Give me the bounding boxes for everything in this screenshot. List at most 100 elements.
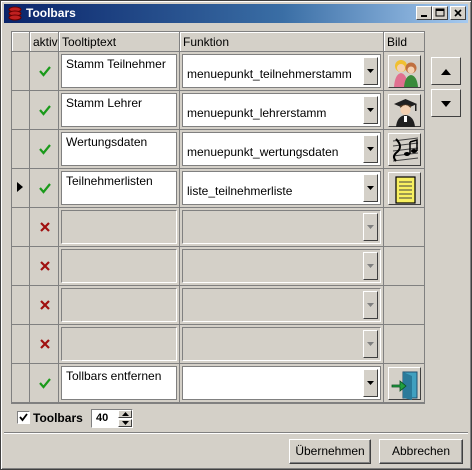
spinner-up-button[interactable] (118, 410, 132, 418)
active-check-icon[interactable] (38, 181, 52, 195)
function-cell[interactable]: menuepunkt_lehrerstamm (180, 91, 384, 130)
function-dropdown-button[interactable] (363, 291, 378, 319)
function-value[interactable]: menuepunkt_lehrerstamm (187, 106, 326, 120)
function-cell[interactable]: menuepunkt_wertungsdaten (180, 130, 384, 169)
apply-button[interactable]: Übernehmen (289, 439, 371, 464)
toolbars-checkbox[interactable] (17, 411, 30, 424)
maximize-button[interactable] (432, 6, 448, 20)
table-row[interactable] (12, 247, 424, 286)
row-indicator[interactable] (12, 208, 30, 247)
function-value[interactable]: menuepunkt_wertungsdaten (187, 145, 338, 159)
function-dropdown-button[interactable] (363, 96, 378, 124)
function-cell[interactable] (180, 247, 384, 286)
icon-picker-button[interactable] (388, 94, 421, 127)
active-check-icon[interactable] (38, 376, 52, 390)
row-indicator[interactable] (12, 364, 30, 403)
active-toggle[interactable] (30, 247, 59, 286)
inactive-cross-icon[interactable] (38, 220, 52, 234)
function-cell[interactable] (180, 325, 384, 364)
table-row[interactable]: Tollbars entfernen (12, 364, 424, 403)
active-toggle[interactable] (30, 325, 59, 364)
tooltip-text[interactable]: Stamm Lehrer (66, 96, 142, 110)
size-spinner-value[interactable]: 40 (96, 412, 108, 424)
row-indicator[interactable] (12, 91, 30, 130)
row-indicator[interactable] (12, 247, 30, 286)
function-value[interactable]: menuepunkt_teilnehmerstamm (187, 67, 352, 81)
move-up-button[interactable] (431, 57, 461, 85)
toolbars-checkbox-label[interactable]: Toolbars (33, 411, 83, 425)
tooltip-cell[interactable]: Stamm Teilnehmer (59, 52, 180, 91)
icon-cell[interactable] (384, 130, 424, 169)
icon-cell[interactable] (384, 286, 424, 325)
row-indicator[interactable] (12, 130, 30, 169)
function-cell[interactable]: menuepunkt_teilnehmerstamm (180, 52, 384, 91)
active-toggle[interactable] (30, 52, 59, 91)
active-check-icon[interactable] (38, 103, 52, 117)
inactive-cross-icon[interactable] (38, 298, 52, 312)
row-indicator[interactable] (12, 325, 30, 364)
active-toggle[interactable] (30, 169, 59, 208)
size-spinner[interactable]: 40 (91, 409, 133, 428)
icon-cell[interactable] (384, 52, 424, 91)
column-header-funktion[interactable]: Funktion (180, 32, 384, 52)
table-row[interactable]: Stamm Teilnehmer menuepunkt_teilnehmersta… (12, 52, 424, 91)
row-indicator[interactable] (12, 52, 30, 91)
row-indicator[interactable] (12, 286, 30, 325)
tooltip-cell[interactable] (59, 325, 180, 364)
tooltip-cell[interactable] (59, 247, 180, 286)
function-cell[interactable] (180, 286, 384, 325)
table-row[interactable]: Wertungsdaten menuepunkt_wertungsdaten (12, 130, 424, 169)
table-row[interactable]: Stamm Lehrer menuepunkt_lehrerstamm (12, 91, 424, 130)
move-down-button[interactable] (431, 89, 461, 117)
active-toggle[interactable] (30, 130, 59, 169)
column-header-aktiv[interactable]: aktiv (30, 32, 59, 52)
column-header-tooltip[interactable]: Tooltiptext (59, 32, 180, 52)
function-cell[interactable] (180, 208, 384, 247)
icon-picker-button[interactable] (388, 133, 421, 166)
function-value[interactable]: liste_teilnehmerliste (187, 184, 292, 198)
tooltip-text[interactable]: Wertungsdaten (66, 135, 147, 149)
spinner-down-button[interactable] (118, 419, 132, 427)
function-dropdown-button[interactable] (363, 174, 378, 202)
active-check-icon[interactable] (38, 64, 52, 78)
tooltip-text[interactable]: Teilnehmerlisten (66, 174, 153, 188)
row-indicator[interactable] (12, 169, 30, 208)
icon-picker-button[interactable] (388, 55, 421, 88)
icon-cell[interactable] (384, 364, 424, 403)
function-dropdown-button[interactable] (363, 213, 378, 241)
tooltip-cell[interactable]: Stamm Lehrer (59, 91, 180, 130)
table-row[interactable]: Teilnehmerlisten liste_teilnehmerliste (12, 169, 424, 208)
tooltip-cell[interactable] (59, 208, 180, 247)
active-toggle[interactable] (30, 286, 59, 325)
icon-cell[interactable] (384, 208, 424, 247)
function-cell[interactable]: liste_teilnehmerliste (180, 169, 384, 208)
table-row[interactable] (12, 286, 424, 325)
function-dropdown-button[interactable] (363, 330, 378, 358)
function-cell[interactable] (180, 364, 384, 403)
icon-picker-button[interactable] (388, 172, 421, 205)
tooltip-text[interactable]: Stamm Teilnehmer (66, 57, 166, 71)
active-toggle[interactable] (30, 91, 59, 130)
tooltip-cell[interactable] (59, 286, 180, 325)
inactive-cross-icon[interactable] (38, 337, 52, 351)
table-row[interactable] (12, 325, 424, 364)
tooltip-cell[interactable]: Wertungsdaten (59, 130, 180, 169)
minimize-button[interactable] (416, 6, 432, 20)
close-button[interactable] (450, 6, 466, 20)
table-row[interactable] (12, 208, 424, 247)
function-dropdown-button[interactable] (363, 57, 378, 85)
icon-cell[interactable] (384, 325, 424, 364)
column-header-bild[interactable]: Bild (384, 32, 424, 52)
icon-picker-button[interactable] (388, 367, 421, 400)
active-check-icon[interactable] (38, 142, 52, 156)
cancel-button[interactable]: Abbrechen (379, 439, 463, 464)
tooltip-cell[interactable]: Tollbars entfernen (59, 364, 180, 403)
icon-cell[interactable] (384, 247, 424, 286)
tooltip-cell[interactable]: Teilnehmerlisten (59, 169, 180, 208)
function-dropdown-button[interactable] (363, 369, 378, 397)
inactive-cross-icon[interactable] (38, 259, 52, 273)
function-dropdown-button[interactable] (363, 135, 378, 163)
active-toggle[interactable] (30, 208, 59, 247)
icon-cell[interactable] (384, 91, 424, 130)
tooltip-text[interactable]: Tollbars entfernen (66, 369, 161, 383)
